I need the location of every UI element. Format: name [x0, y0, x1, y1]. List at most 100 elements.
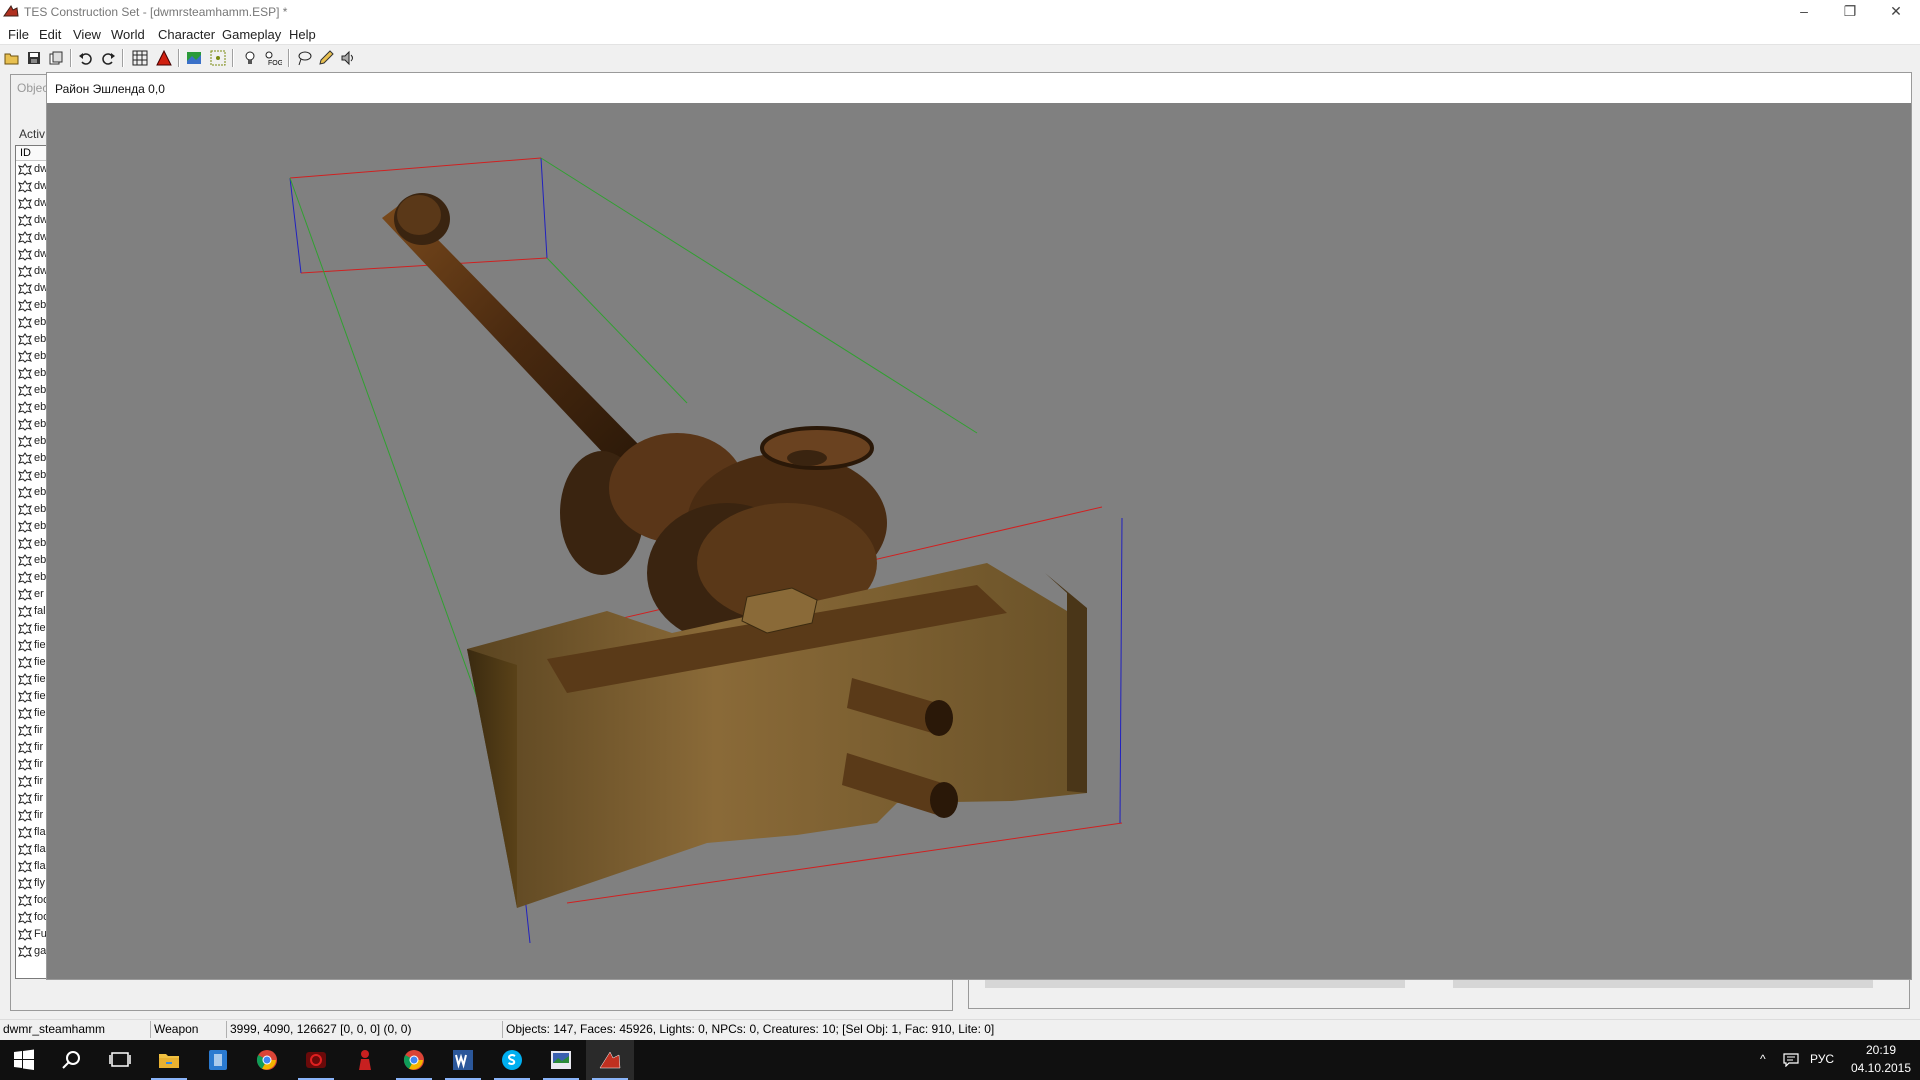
render-viewport[interactable] — [47, 103, 1911, 979]
chrome-icon[interactable] — [243, 1040, 291, 1080]
menu-help[interactable]: Help — [289, 27, 316, 42]
search-icon[interactable] — [48, 1040, 96, 1080]
object-list-row[interactable]: fla — [16, 824, 50, 841]
object-list-row[interactable]: eb — [16, 314, 50, 331]
grid-icon[interactable] — [130, 48, 151, 68]
maximize-button[interactable]: ❐ — [1827, 0, 1873, 24]
object-window-tab[interactable]: Objec — [17, 81, 48, 95]
object-list-row[interactable]: dw — [16, 280, 50, 297]
taskbar: ^ РУС 20:19 04.10.2015 — [0, 1040, 1920, 1080]
object-list-row[interactable]: eb — [16, 450, 50, 467]
object-list-row[interactable]: fie — [16, 654, 50, 671]
object-list-row[interactable]: fly — [16, 875, 50, 892]
cell-list-scrollbar[interactable] — [985, 980, 1405, 988]
object-list-row[interactable]: eb — [16, 518, 50, 535]
path-grid-icon[interactable] — [208, 48, 229, 68]
menu-edit[interactable]: Edit — [39, 27, 61, 42]
object-list-row[interactable]: foo — [16, 892, 50, 909]
object-list-row[interactable]: eb — [16, 416, 50, 433]
object-list-row[interactable]: dw — [16, 178, 50, 195]
data-files-icon[interactable] — [46, 48, 67, 68]
menu-character[interactable]: Character — [158, 27, 215, 42]
sound-icon[interactable] — [338, 48, 359, 68]
object-list-row[interactable]: dw — [16, 212, 50, 229]
object-list-row[interactable]: eb — [16, 297, 50, 314]
landscape-edit-icon[interactable] — [154, 48, 175, 68]
close-button[interactable]: ✕ — [1873, 0, 1919, 24]
blue-app-icon[interactable] — [194, 1040, 242, 1080]
object-list-row[interactable]: fie — [16, 620, 50, 637]
object-list-row[interactable]: eb — [16, 535, 50, 552]
tes-cs-taskbar-icon[interactable] — [586, 1040, 634, 1080]
object-list-row[interactable]: fie — [16, 671, 50, 688]
status-coordinates: 3999, 4090, 126627 [0, 0, 0] (0, 0) — [227, 1021, 503, 1038]
menu-file[interactable]: File — [8, 27, 29, 42]
chrome-icon-2[interactable] — [390, 1040, 438, 1080]
windows-start-icon[interactable] — [0, 1040, 48, 1080]
object-list-row[interactable]: eb — [16, 484, 50, 501]
clock-time[interactable]: 20:19 — [1852, 1043, 1910, 1057]
pencil-icon[interactable] — [316, 48, 337, 68]
object-list-row[interactable]: dw — [16, 161, 50, 178]
object-list-row[interactable]: eb — [16, 399, 50, 416]
fog-icon[interactable]: FOG — [262, 48, 283, 68]
object-list-row[interactable]: dw — [16, 246, 50, 263]
object-list-row[interactable]: fie — [16, 705, 50, 722]
object-list-row[interactable]: Fu — [16, 926, 50, 943]
action-center-icon[interactable] — [1783, 1053, 1799, 1067]
skype-icon[interactable] — [488, 1040, 536, 1080]
object-list-row[interactable]: fir — [16, 773, 50, 790]
menu-view[interactable]: View — [73, 27, 101, 42]
object-list-row[interactable]: eb — [16, 382, 50, 399]
object-list-row[interactable]: eb — [16, 552, 50, 569]
object-category-label[interactable]: Activ — [19, 127, 45, 141]
menu-gameplay[interactable]: Gameplay — [222, 27, 281, 42]
save-icon[interactable] — [24, 48, 45, 68]
clock-date[interactable]: 04.10.2015 — [1846, 1061, 1916, 1075]
object-list-row[interactable]: fie — [16, 637, 50, 654]
render-window-icon[interactable] — [184, 48, 205, 68]
object-list-row[interactable]: fla — [16, 858, 50, 875]
minimize-button[interactable]: – — [1781, 0, 1827, 24]
object-list-row[interactable]: foo — [16, 909, 50, 926]
activator-icon — [18, 605, 32, 618]
open-icon[interactable] — [2, 48, 23, 68]
object-list-row[interactable]: eb — [16, 348, 50, 365]
object-list-row[interactable]: fie — [16, 688, 50, 705]
object-list-row[interactable]: fir — [16, 756, 50, 773]
object-list-row[interactable]: ga — [16, 943, 50, 960]
object-list-row[interactable]: eb — [16, 365, 50, 382]
object-list-row[interactable]: fir — [16, 807, 50, 824]
object-list-row[interactable]: eb — [16, 501, 50, 518]
activator-icon — [18, 350, 32, 363]
file-explorer-icon[interactable] — [145, 1040, 193, 1080]
object-ref-scrollbar[interactable] — [1453, 980, 1873, 988]
undo-icon[interactable] — [76, 48, 97, 68]
object-list-row[interactable]: dw — [16, 229, 50, 246]
menu-world[interactable]: World — [111, 27, 145, 42]
tray-chevron-icon[interactable]: ^ — [1760, 1052, 1766, 1066]
redo-icon[interactable] — [98, 48, 119, 68]
light-icon[interactable] — [240, 48, 261, 68]
object-list-row[interactable]: fla — [16, 841, 50, 858]
object-list-row[interactable]: er — [16, 586, 50, 603]
lasso-icon[interactable] — [294, 48, 315, 68]
word-icon[interactable] — [439, 1040, 487, 1080]
object-list-row[interactable]: eb — [16, 467, 50, 484]
object-list-row[interactable]: eb — [16, 331, 50, 348]
input-language[interactable]: РУС — [1810, 1052, 1834, 1066]
column-header-id[interactable]: ID — [16, 146, 50, 161]
red-app-icon[interactable] — [292, 1040, 340, 1080]
object-list-row[interactable]: fir — [16, 722, 50, 739]
steam-hammer-model[interactable] — [47, 103, 1911, 979]
object-list-row[interactable]: eb — [16, 569, 50, 586]
object-list-row[interactable]: fir — [16, 739, 50, 756]
object-list-row[interactable]: eb — [16, 433, 50, 450]
figure-app-icon[interactable] — [341, 1040, 389, 1080]
object-list-row[interactable]: fal — [16, 603, 50, 620]
object-list-row[interactable]: dw — [16, 263, 50, 280]
object-list-row[interactable]: dw — [16, 195, 50, 212]
task-view-icon[interactable] — [96, 1040, 144, 1080]
photo-app-icon[interactable] — [537, 1040, 585, 1080]
object-list-row[interactable]: fir — [16, 790, 50, 807]
